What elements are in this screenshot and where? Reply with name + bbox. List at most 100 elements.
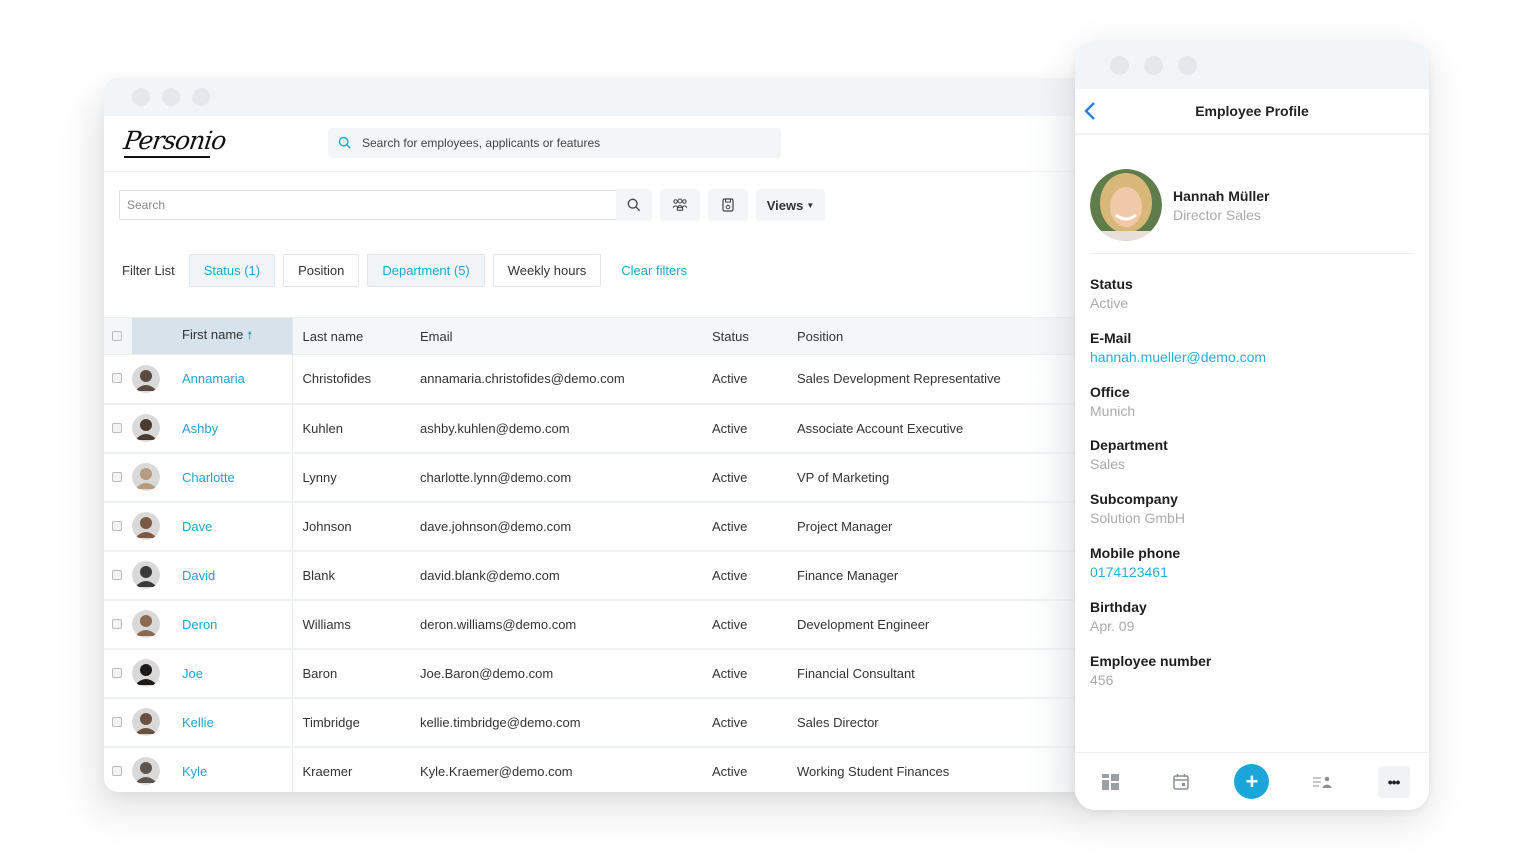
table-row[interactable]: Deron Williams deron.williams@demo.com A… [104, 599, 1104, 650]
search-button[interactable] [616, 189, 652, 221]
column-header-last-name[interactable]: Last name [292, 317, 420, 355]
avatar [132, 364, 160, 393]
mobile-app-window: Employee Profile Hannah Müller Director … [1075, 42, 1429, 810]
back-chevron-icon[interactable] [1083, 101, 1097, 121]
table-row[interactable]: Kellie Timbridge kellie.timbridge@demo.c… [104, 697, 1104, 748]
table-row[interactable]: Dave Johnson dave.johnson@demo.com Activ… [104, 501, 1104, 552]
clear-filters-link[interactable]: Clear filters [621, 263, 687, 278]
profile-field-value: 456 [1090, 671, 1114, 688]
table-row[interactable]: Charlotte Lynny charlotte.lynn@demo.com … [104, 452, 1104, 503]
tab-calendar[interactable] [1146, 753, 1217, 811]
window-titlebar [104, 78, 1104, 116]
sort-ascending-icon[interactable]: 🠕 [247, 330, 252, 342]
last-name-cell: Timbridge [292, 697, 420, 748]
last-name-cell: Baron [292, 648, 420, 699]
row-checkbox[interactable] [112, 373, 122, 384]
search-icon [627, 198, 641, 212]
chevron-down-icon: ▼ [806, 200, 815, 210]
avatar-cell [132, 354, 172, 405]
select-all-checkbox[interactable] [112, 330, 122, 341]
filter-chip-weekly-hours[interactable]: Weekly hours [492, 253, 602, 287]
profile-field: Subcompany Solution GmbH [1090, 491, 1414, 545]
profile-field-label: Office [1090, 383, 1130, 400]
first-name-link[interactable]: Dave [182, 519, 212, 534]
table-row[interactable]: Joe Baron Joe.Baron@demo.com Active Fina… [104, 648, 1104, 699]
window-maximize-dot[interactable] [192, 88, 210, 106]
avatar [132, 463, 160, 491]
profile-field-label: Mobile phone [1090, 544, 1181, 561]
save-icon [722, 198, 734, 212]
first-name-link[interactable]: Joe [182, 666, 203, 681]
first-name-link[interactable]: David [182, 568, 215, 583]
table-row[interactable]: Ashby Kuhlen ashby.kuhlen@demo.com Activ… [104, 403, 1104, 454]
row-checkbox[interactable] [112, 471, 122, 482]
add-icon[interactable]: + [1234, 764, 1270, 799]
avatar-cell [132, 403, 172, 454]
profile-field: Department Sales [1090, 437, 1414, 491]
mobile-close-dot[interactable] [1110, 56, 1129, 75]
profile-field-value[interactable]: hannah.mueller@demo.com [1090, 349, 1414, 365]
first-name-link[interactable]: Kellie [182, 715, 214, 730]
avatar [132, 561, 160, 589]
more-icon[interactable]: ••• [1377, 765, 1410, 798]
table-row[interactable]: Annamaria Christofides annamaria.christo… [104, 354, 1104, 405]
email-cell: deron.williams@demo.com [420, 599, 712, 650]
select-all-cell [104, 317, 132, 355]
row-checkbox[interactable] [112, 422, 122, 433]
row-checkbox[interactable] [112, 667, 122, 678]
views-dropdown[interactable]: Views ▼ [756, 189, 825, 221]
last-name-cell: Johnson [292, 501, 420, 552]
tab-add[interactable]: + [1217, 753, 1288, 811]
last-name-cell: Kraemer [292, 746, 420, 792]
row-select-cell [104, 648, 132, 699]
first-name-link[interactable]: Deron [182, 617, 217, 632]
column-header-first-name[interactable]: First name 🠕 [172, 317, 293, 355]
mobile-page-title: Employee Profile [1195, 103, 1309, 119]
avatar-cell [132, 599, 172, 650]
tab-more[interactable]: ••• [1358, 753, 1429, 811]
first-name-link[interactable]: Kyle [182, 764, 207, 779]
filter-chip-position[interactable]: Position [283, 253, 360, 287]
global-search-bar[interactable]: Search for employees, applicants or feat… [328, 128, 781, 158]
column-header-status[interactable]: Status [712, 317, 797, 355]
first-name-link[interactable]: Annamaria [182, 371, 245, 386]
row-checkbox[interactable] [112, 716, 122, 727]
row-select-cell [104, 550, 132, 601]
window-close-dot[interactable] [132, 88, 150, 106]
filter-chip-status[interactable]: Status (1) [188, 253, 276, 287]
table-row[interactable]: Kyle Kraemer Kyle.Kraemer@demo.com Activ… [104, 746, 1104, 792]
save-view-button[interactable] [708, 189, 748, 221]
avatar [132, 414, 160, 442]
row-checkbox[interactable] [112, 569, 122, 580]
mobile-tab-bar: + ••• [1075, 752, 1429, 810]
first-name-cell: David [172, 550, 293, 601]
profile-field: E-Mail hannah.mueller@demo.com [1090, 330, 1414, 384]
profile-field-label: Subcompany [1090, 491, 1178, 508]
filter-chip-department[interactable]: Department (5) [367, 253, 485, 287]
row-checkbox[interactable] [112, 618, 122, 629]
profile-field-value[interactable]: 0174123461 [1090, 564, 1414, 580]
profile-field-label: E-Mail [1090, 329, 1132, 346]
profile-field-value: Munich [1090, 402, 1136, 419]
tab-dashboard[interactable] [1075, 753, 1146, 811]
row-checkbox[interactable] [112, 765, 122, 776]
mobile-maximize-dot[interactable] [1178, 56, 1197, 75]
table-row[interactable]: David Blank david.blank@demo.com Active … [104, 550, 1104, 601]
mobile-minimize-dot[interactable] [1144, 56, 1163, 75]
status-cell: Active [712, 354, 797, 405]
team-view-button[interactable] [660, 189, 700, 221]
first-name-link[interactable]: Charlotte [182, 470, 235, 485]
profile-field-label: Birthday [1090, 598, 1147, 615]
profile-fields: Status Active E-Mail hannah.mueller@demo… [1075, 254, 1429, 706]
window-minimize-dot[interactable] [162, 88, 180, 106]
row-checkbox[interactable] [112, 520, 122, 531]
column-header-email[interactable]: Email [420, 317, 712, 355]
email-cell: ashby.kuhlen@demo.com [420, 403, 712, 454]
tab-people[interactable] [1287, 753, 1358, 811]
row-select-cell [104, 403, 132, 454]
employee-search-input[interactable] [119, 190, 616, 220]
first-name-link[interactable]: Ashby [182, 421, 218, 436]
mobile-nav-bar: Employee Profile [1075, 89, 1429, 135]
column-header-position[interactable]: Position [797, 317, 1104, 355]
personio-logo[interactable]: Personio [122, 126, 228, 160]
